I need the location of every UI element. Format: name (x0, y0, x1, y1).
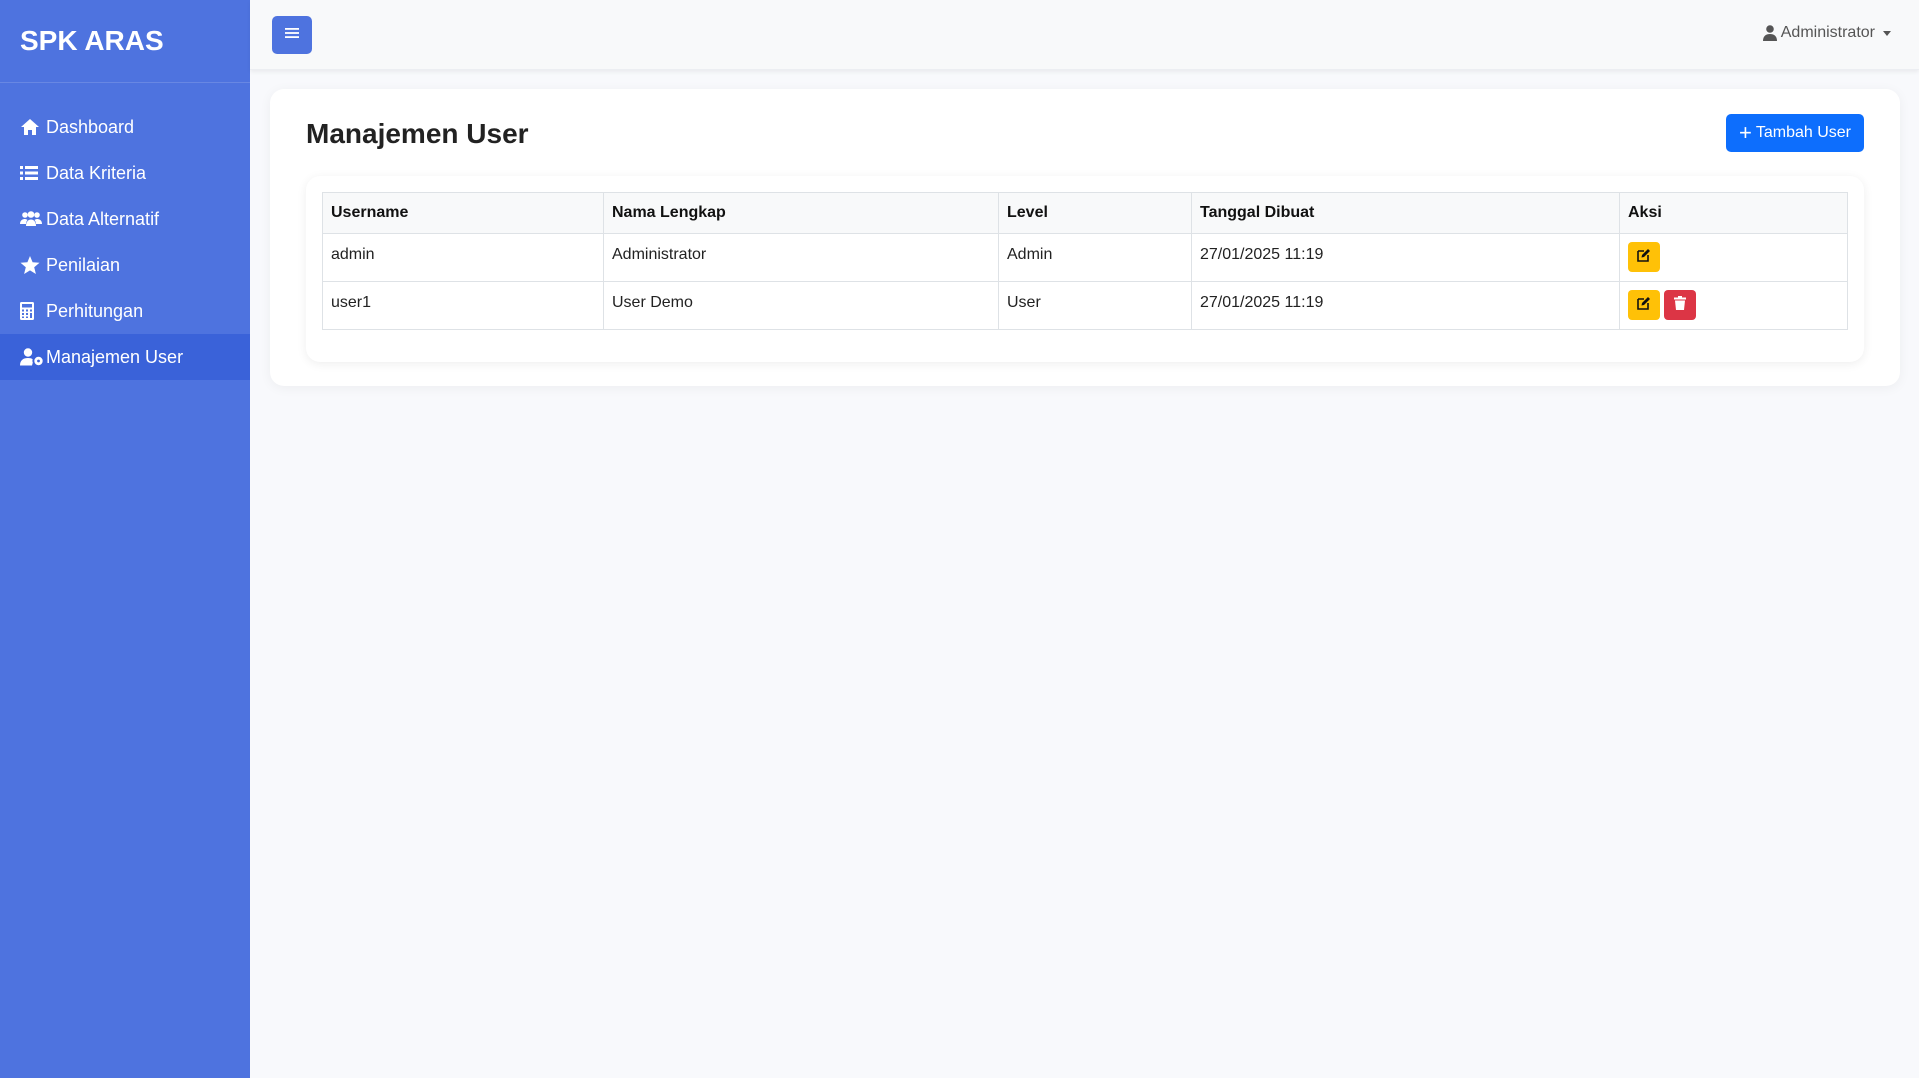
sidebar-item-data-alternatif[interactable]: Data Alternatif (0, 196, 250, 242)
column-header-tanggal-dibuat: Tanggal Dibuat (1191, 192, 1620, 234)
topbar: Administrator (250, 0, 1919, 70)
column-header-level: Level (998, 192, 1192, 234)
star-icon (20, 255, 44, 275)
edit-button[interactable] (1628, 290, 1660, 320)
sidebar-item-penilaian[interactable]: Penilaian (0, 242, 250, 288)
column-header-nama-lengkap: Nama Lengkap (603, 192, 999, 234)
table-header-row: Username Nama Lengkap Level Tanggal Dibu… (322, 192, 1848, 234)
sidebar-item-label: Perhitungan (46, 300, 144, 321)
cell-username: admin (322, 233, 604, 282)
edit-icon (1637, 296, 1651, 315)
sidebar-item-label: Penilaian (46, 254, 121, 275)
list-icon (20, 163, 44, 183)
table-row: user1 User Demo User 27/01/2025 11:19 (322, 281, 1848, 330)
page-title: Manajemen User (306, 118, 529, 149)
user-dropdown[interactable]: Administrator (1762, 24, 1891, 42)
cell-aksi (1619, 233, 1848, 282)
table-card: Username Nama Lengkap Level Tanggal Dibu… (306, 176, 1864, 362)
user-gear-icon (20, 347, 44, 367)
cell-nama-lengkap: User Demo (603, 281, 999, 330)
sidebar-item-perhitungan[interactable]: Perhitungan (0, 288, 250, 334)
sidebar-item-label: Manajemen User (46, 346, 184, 367)
menu-icon (285, 26, 299, 44)
sidebar-item-label: Data Kriteria (46, 162, 147, 183)
column-header-aksi: Aksi (1619, 192, 1848, 234)
user-icon (1762, 25, 1777, 41)
sidebar-nav: Dashboard Data Kriteria Data Alternatif … (0, 104, 250, 380)
sidebar-item-dashboard[interactable]: Dashboard (0, 104, 250, 150)
sidebar-item-label: Dashboard (46, 116, 135, 137)
home-icon (20, 117, 44, 137)
cell-level: User (998, 281, 1192, 330)
users-table: Username Nama Lengkap Level Tanggal Dibu… (322, 192, 1848, 330)
delete-button[interactable] (1664, 290, 1696, 320)
cell-nama-lengkap: Administrator (603, 233, 999, 282)
users-icon (20, 209, 44, 229)
column-header-username: Username (322, 192, 604, 234)
trash-icon (1674, 295, 1686, 315)
cell-level: Admin (998, 233, 1192, 282)
add-user-label: Tambah User (1755, 124, 1851, 141)
user-name: Administrator (1780, 24, 1875, 41)
brand-title[interactable]: SPK ARAS (0, 0, 250, 83)
table-row: admin Administrator Admin 27/01/2025 11:… (322, 233, 1848, 282)
edit-button[interactable] (1628, 242, 1660, 272)
cell-tanggal-dibuat: 27/01/2025 11:19 (1191, 281, 1620, 330)
sidebar-item-manajemen-user[interactable]: Manajemen User (0, 334, 250, 380)
sidebar-item-data-kriteria[interactable]: Data Kriteria (0, 150, 250, 196)
cell-aksi (1619, 281, 1848, 330)
sidebar-item-label: Data Alternatif (46, 208, 160, 229)
add-user-button[interactable]: + Tambah User (1725, 114, 1864, 152)
calculator-icon (20, 301, 44, 321)
chevron-down-icon (1883, 30, 1891, 36)
edit-icon (1637, 248, 1651, 267)
sidebar: SPK ARAS Dashboard Data Kriteria Data Al… (0, 0, 250, 1078)
cell-tanggal-dibuat: 27/01/2025 11:19 (1191, 233, 1620, 282)
main-card: Manajemen User + Tambah User Username Na… (270, 89, 1900, 386)
plus-icon: + (1738, 120, 1752, 145)
cell-username: user1 (322, 281, 604, 330)
sidebar-toggle-button[interactable] (272, 16, 312, 54)
